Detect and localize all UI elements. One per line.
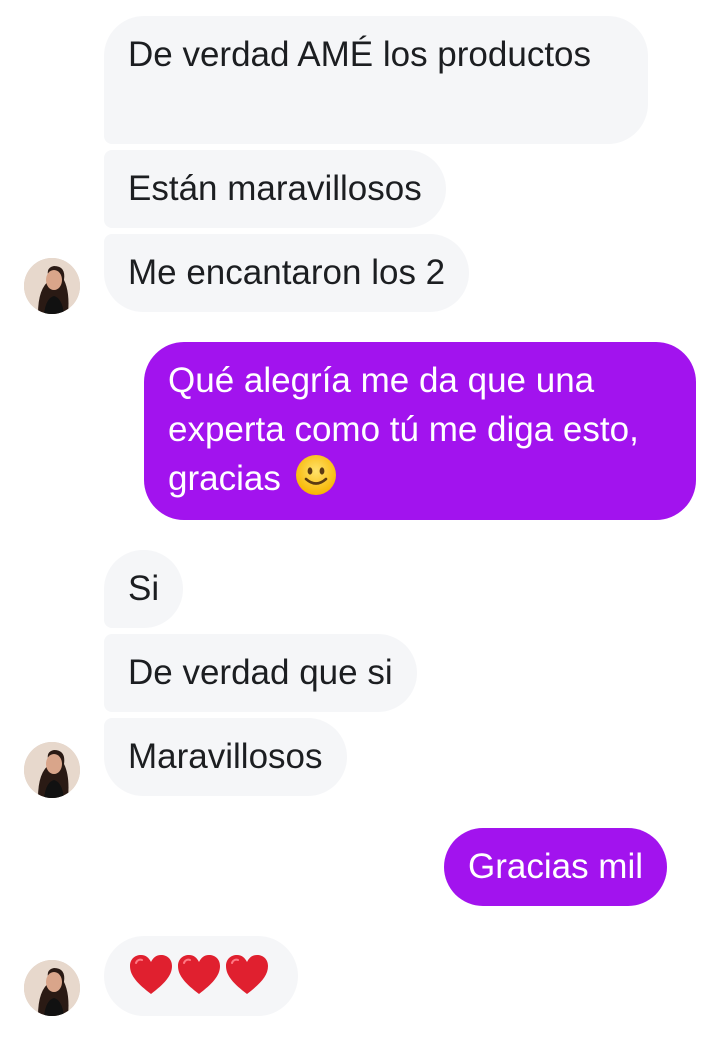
message-bubble-incoming[interactable]: De verdad que si — [104, 634, 417, 712]
message-bubble-incoming[interactable]: Me encantaron los 2 — [104, 234, 470, 312]
red-heart-icon — [226, 954, 268, 994]
contact-avatar[interactable] — [24, 258, 80, 314]
message-text: Me encantaron los 2 — [128, 253, 446, 292]
red-heart-icon — [130, 954, 172, 994]
message-bubble-outgoing[interactable]: Gracias mil — [444, 828, 668, 906]
message-text: Están maravillosos — [128, 169, 422, 208]
emoji-hearts — [128, 950, 274, 999]
message-text: De verdad AMÉ los productos — [128, 35, 592, 74]
message-bubble-incoming[interactable]: Están maravillosos — [104, 150, 446, 228]
message-text: De verdad que si — [128, 653, 393, 692]
avatar-photo-icon — [24, 742, 80, 798]
message-bubble-incoming[interactable]: Maravillosos — [104, 718, 347, 796]
slightly-smiling-face-icon — [295, 455, 336, 495]
message-text: Si — [128, 569, 160, 608]
red-heart-icon — [178, 954, 220, 994]
message-bubble-incoming[interactable] — [104, 936, 298, 1016]
message-bubble-incoming[interactable]: Si — [104, 550, 184, 628]
message-text: Gracias mil — [468, 847, 644, 886]
avatar-photo-icon — [24, 960, 80, 1016]
avatar-photo-icon — [24, 258, 80, 314]
message-text: Maravillosos — [128, 737, 323, 776]
contact-avatar[interactable] — [24, 960, 80, 1016]
message-text: Qué alegría me da que una experta como t… — [168, 361, 639, 498]
message-bubble-outgoing[interactable]: Qué alegría me da que una experta como t… — [144, 342, 696, 520]
message-bubble-incoming[interactable]: De verdad AMÉ los productos — [104, 16, 648, 144]
contact-avatar[interactable] — [24, 742, 80, 798]
